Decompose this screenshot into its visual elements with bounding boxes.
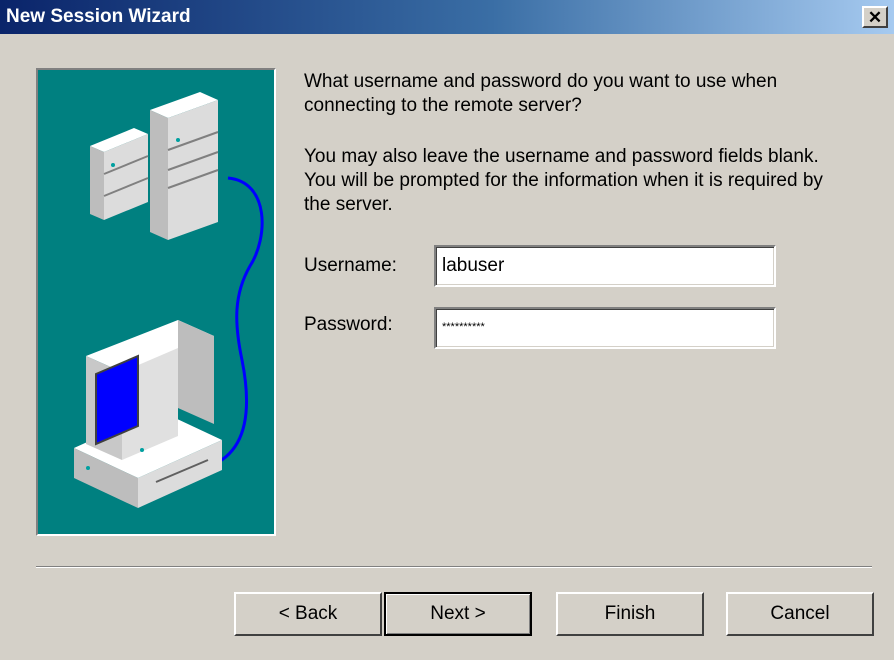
close-button[interactable]: ✕: [862, 6, 888, 28]
username-label: Username:: [304, 255, 397, 276]
finish-button[interactable]: Finish: [556, 592, 704, 636]
back-button[interactable]: < Back: [234, 592, 382, 636]
hint-text: You may also leave the username and pass…: [304, 146, 823, 215]
network-computer-illustration: [74, 92, 264, 508]
prompt-text: What username and password do you want t…: [304, 71, 778, 116]
small-server-icon: [90, 128, 149, 220]
title-bar[interactable]: New Session Wizard ✕: [0, 0, 894, 34]
large-server-icon: [150, 92, 219, 240]
password-label: Password:: [304, 314, 393, 335]
wizard-illustration: [36, 68, 276, 536]
close-icon: ✕: [867, 7, 883, 27]
next-button[interactable]: Next >: [384, 592, 532, 636]
cancel-button[interactable]: Cancel: [726, 592, 874, 636]
password-input[interactable]: [434, 307, 776, 349]
username-input[interactable]: [434, 245, 776, 287]
workstation-icon: [74, 320, 222, 508]
window-title: New Session Wizard: [6, 6, 191, 27]
button-divider: [36, 566, 872, 568]
